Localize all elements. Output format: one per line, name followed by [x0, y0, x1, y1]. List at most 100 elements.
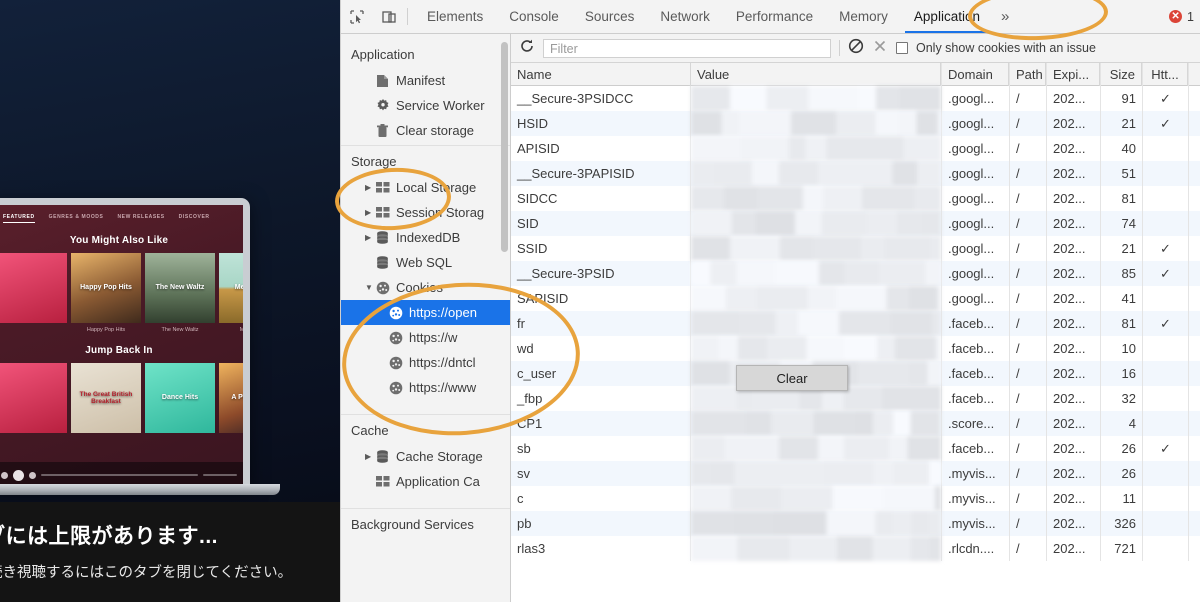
- sidebar-item-local-storage[interactable]: ▶ Local Storage: [341, 175, 510, 200]
- table-row[interactable]: __Secure-3PSID .googl.../202... 85 ✓: [511, 261, 1200, 286]
- inspect-element-icon[interactable]: [341, 0, 373, 33]
- chevron-right-icon[interactable]: ▶: [365, 452, 376, 461]
- table-row[interactable]: __Secure-3PSIDCC .googl.../202... 91 ✓: [511, 86, 1200, 111]
- album-caption: Happy Pop Hits: [86, 327, 126, 333]
- chevron-right-icon[interactable]: ▶: [365, 233, 376, 242]
- spotify-nav-featured[interactable]: FEATURED: [3, 214, 35, 223]
- cookie-overflow: [1188, 111, 1200, 136]
- album-card[interactable]: The Great British Breakfast: [71, 363, 141, 433]
- issue-filter-checkbox[interactable]: [896, 42, 908, 54]
- column-header-expires[interactable]: Expi...: [1046, 63, 1100, 86]
- sidebar-section-cache: Cache: [351, 423, 389, 438]
- sidebar-item-service-worker[interactable]: ▶ Service Worker: [341, 93, 510, 118]
- table-row[interactable]: c .myvis.../202... 11: [511, 486, 1200, 511]
- tab-sources[interactable]: Sources: [572, 0, 648, 33]
- chevron-down-icon[interactable]: ▼: [365, 283, 376, 292]
- table-row[interactable]: sb .faceb.../202... 26 ✓: [511, 436, 1200, 461]
- table-row[interactable]: c_user .faceb.../202... 16: [511, 361, 1200, 386]
- cookie-path: /: [1009, 111, 1046, 136]
- cookie-size: 16: [1100, 361, 1142, 386]
- table-row[interactable]: wd .faceb.../202... 10: [511, 336, 1200, 361]
- cookie-name: SIDCC: [511, 186, 691, 211]
- album-card[interactable]: [0, 363, 67, 433]
- play-icon[interactable]: [13, 469, 24, 481]
- cookie-domain: .googl...: [941, 136, 1009, 161]
- table-row[interactable]: CP1 .score.../202... 4: [511, 411, 1200, 436]
- sidebar-item-cookie-origin-www[interactable]: https://www: [341, 375, 510, 400]
- sidebar-item-cookie-origin-w[interactable]: https://w: [341, 325, 510, 350]
- table-row[interactable]: sv .myvis.../202... 26: [511, 461, 1200, 486]
- tab-performance[interactable]: Performance: [723, 0, 826, 33]
- table-row[interactable]: APISID .googl.../202... 40: [511, 136, 1200, 161]
- tab-console[interactable]: Console: [496, 0, 572, 33]
- table-row[interactable]: SAPISID .googl.../202... 41: [511, 286, 1200, 311]
- chevron-right-icon[interactable]: ▶: [365, 208, 376, 217]
- column-header-name[interactable]: Name: [511, 63, 691, 86]
- sidebar-item-cookie-origin-open[interactable]: https://open: [341, 300, 510, 325]
- next-icon[interactable]: [29, 471, 36, 479]
- previous-icon[interactable]: [1, 471, 8, 479]
- table-row[interactable]: HSID .googl.../202... 21 ✓: [511, 111, 1200, 136]
- screenshot-root: FEATURED GENRES & MOODS NEW RELEASES DIS…: [0, 0, 1200, 602]
- cookie-domain: .score...: [941, 411, 1009, 436]
- column-header-overflow[interactable]: [1188, 63, 1200, 86]
- tab-network[interactable]: Network: [647, 0, 723, 33]
- sidebar-item-clear-storage[interactable]: ▶ Clear storage: [341, 118, 510, 143]
- table-row[interactable]: pb .myvis.../202... 326: [511, 511, 1200, 536]
- sidebar-item-manifest[interactable]: ▶ Manifest: [341, 68, 510, 93]
- cookie-domain: .googl...: [941, 236, 1009, 261]
- sidebar-item-indexeddb[interactable]: ▶ IndexedDB: [341, 225, 510, 250]
- column-header-path[interactable]: Path: [1009, 63, 1046, 86]
- cookie-domain: .faceb...: [941, 311, 1009, 336]
- table-row[interactable]: __Secure-3PAPISID .googl.../202... 51: [511, 161, 1200, 186]
- search-input[interactable]: Filter: [543, 38, 831, 58]
- table-row[interactable]: SID .googl.../202... 74: [511, 211, 1200, 236]
- device-toolbar-icon[interactable]: [373, 0, 405, 33]
- spotify-section-title-2: Jump Back In: [85, 345, 153, 356]
- sidebar-item-cookie-origin-dntcl[interactable]: https://dntcl: [341, 350, 510, 375]
- spotify-nav-discover[interactable]: DISCOVER: [179, 214, 210, 223]
- album-card[interactable]: Happy Pop Hits Happy Pop Hits: [71, 253, 141, 333]
- close-icon[interactable]: [872, 38, 888, 59]
- error-icon[interactable]: ✕: [1169, 10, 1183, 23]
- album-card[interactable]: [0, 253, 67, 333]
- volume-bar[interactable]: [203, 474, 237, 476]
- album-card[interactable]: Dance Hits: [145, 363, 215, 433]
- sidebar-divider: [341, 508, 510, 509]
- sidebar-item-cookies[interactable]: ▼ Cookies: [341, 275, 510, 300]
- table-row[interactable]: SSID .googl.../202... 21 ✓: [511, 236, 1200, 261]
- album-card[interactable]: Mellow Pop Mellow Pop: [219, 253, 243, 333]
- tab-application[interactable]: Application: [901, 0, 993, 33]
- progress-bar[interactable]: [41, 474, 198, 476]
- spotify-nav-new-releases[interactable]: NEW RELEASES: [117, 214, 164, 223]
- column-header-size[interactable]: Size: [1100, 63, 1142, 86]
- column-header-domain[interactable]: Domain: [941, 63, 1009, 86]
- chevron-right-icon[interactable]: ▶: [365, 183, 376, 192]
- sidebar-item-cache-storage[interactable]: ▶ Cache Storage: [341, 444, 510, 469]
- cookie-value-redacted: [691, 436, 941, 461]
- cookie-overflow: [1188, 136, 1200, 161]
- sidebar-item-web-sql[interactable]: ▶ Web SQL: [341, 250, 510, 275]
- cookie-domain: .googl...: [941, 111, 1009, 136]
- table-row[interactable]: SIDCC .googl.../202... 81: [511, 186, 1200, 211]
- more-tabs-icon[interactable]: »: [993, 0, 1017, 33]
- context-menu-clear[interactable]: Clear: [736, 365, 848, 391]
- column-header-httponly[interactable]: Htt...: [1142, 63, 1188, 86]
- sidebar-scrollbar[interactable]: [501, 42, 508, 252]
- table-row[interactable]: _fbp .faceb.../202... 32: [511, 386, 1200, 411]
- tab-elements[interactable]: Elements: [414, 0, 496, 33]
- spotify-nav-genres[interactable]: GENRES & MOODS: [49, 214, 104, 223]
- table-row[interactable]: rlas3 .rlcdn..../202... 721: [511, 536, 1200, 561]
- devtools-body: Application ▶ Manifest ▶ Service Worker: [341, 34, 1200, 602]
- cookie-size: 51: [1100, 161, 1142, 186]
- refresh-icon[interactable]: [519, 38, 535, 59]
- sidebar-item-application-cache[interactable]: ▶ Application Ca: [341, 469, 510, 494]
- column-header-value[interactable]: Value: [691, 63, 941, 86]
- tab-memory[interactable]: Memory: [826, 0, 901, 33]
- album-card[interactable]: The New Waltz The New Waltz: [145, 253, 215, 333]
- album-card[interactable]: A Perfect Day: [219, 363, 243, 433]
- sidebar-item-session-storage[interactable]: ▶ Session Storag: [341, 200, 510, 225]
- block-icon[interactable]: [848, 38, 864, 59]
- sidebar-item-label: Cookies: [396, 280, 443, 295]
- table-row[interactable]: fr .faceb.../202... 81 ✓: [511, 311, 1200, 336]
